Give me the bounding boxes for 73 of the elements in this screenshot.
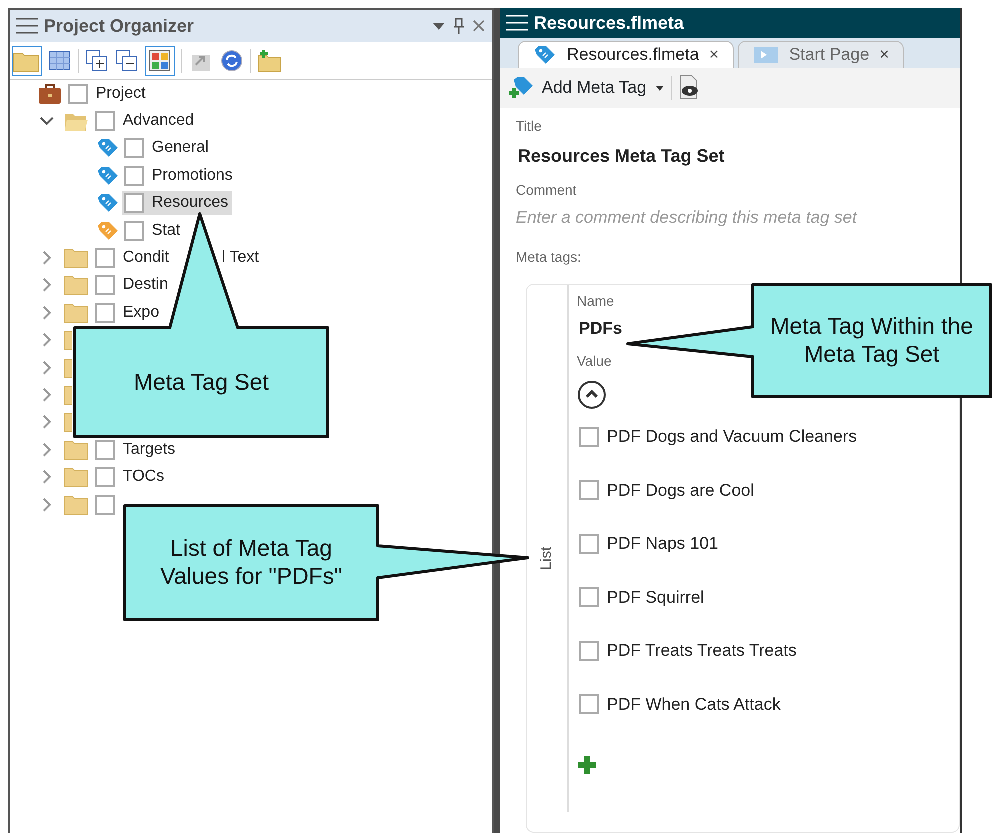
tab-label: Start Page [789, 44, 870, 66]
checkbox[interactable] [579, 534, 599, 554]
checkbox[interactable] [579, 480, 599, 500]
callout-text: Meta Tag Within the Meta Tag Set [770, 313, 974, 368]
new-folder-icon[interactable] [257, 48, 283, 72]
checkbox[interactable] [68, 84, 88, 104]
checkbox[interactable] [95, 248, 115, 268]
tag-icon [533, 44, 557, 66]
tree-item-label[interactable]: Targets [123, 438, 176, 462]
checkbox[interactable] [95, 302, 115, 323]
checkbox[interactable] [579, 426, 599, 447]
tree-item-label[interactable]: l Text [222, 246, 260, 270]
callout-text: List of Meta Tag Values for "PDFs" [159, 535, 344, 590]
briefcase-icon [38, 82, 62, 106]
dropdown-icon[interactable] [432, 21, 446, 31]
value-label: PDF Treats Treats Treats [607, 640, 797, 662]
value-label: PDF Dogs and Vacuum Cleaners [607, 426, 858, 448]
field-label: Value [577, 352, 612, 371]
checkbox[interactable] [124, 220, 144, 241]
checkbox[interactable] [95, 111, 115, 132]
start-page-icon [753, 44, 780, 66]
checkbox[interactable] [124, 138, 144, 158]
field-label: Name [577, 292, 614, 310]
expand-all-icon[interactable] [85, 48, 109, 72]
tab-label: Resources.flmeta [567, 44, 700, 66]
tree-item-label[interactable]: Condit [123, 246, 170, 270]
checkbox[interactable] [95, 440, 115, 460]
grid-icon[interactable] [48, 48, 72, 72]
preview-icon[interactable] [678, 75, 700, 101]
tab-close-button[interactable]: × [709, 42, 720, 68]
callout-text: Meta Tag Set [132, 368, 270, 396]
sync-icon[interactable] [220, 48, 244, 72]
add-tag-icon [508, 76, 534, 100]
editor-title: Resources.flmeta [534, 12, 684, 34]
meta-tag-name: PDFs [579, 318, 622, 340]
tree-item-label[interactable]: Stat [152, 218, 180, 243]
field-label: Title [516, 117, 542, 136]
checkbox[interactable] [579, 694, 599, 714]
checkbox[interactable] [124, 166, 144, 186]
tab-close-button[interactable]: × [880, 42, 890, 68]
title-value: Resources Meta Tag Set [518, 145, 726, 168]
tree-item-label[interactable]: TOCs [123, 465, 164, 490]
tree-item-label[interactable]: Promotions [152, 164, 233, 188]
caret-icon [654, 84, 665, 92]
tree-item-label[interactable]: Project [96, 82, 146, 106]
panel-title: Project Organizer [44, 14, 196, 38]
value-label: PDF Dogs are Cool [607, 480, 754, 502]
tree-item-label[interactable]: Destin [123, 273, 168, 298]
checkbox[interactable] [95, 494, 115, 515]
folder-icon[interactable] [12, 46, 42, 76]
checkbox[interactable] [95, 467, 115, 488]
tab[interactable]: Start Page × [738, 41, 904, 68]
checkbox[interactable] [124, 193, 144, 214]
value-label: PDF Squirrel [607, 586, 704, 608]
collapse-all-icon[interactable] [115, 48, 139, 72]
menu-icon[interactable] [16, 17, 38, 35]
tab[interactable]: Resources.flmeta × [518, 41, 734, 68]
tree-item-label[interactable]: Advanced [123, 109, 194, 134]
checkbox[interactable] [95, 275, 115, 296]
tree-item-label[interactable]: Expo [123, 300, 160, 325]
tree-item-label[interactable]: General [152, 136, 209, 160]
pin-icon[interactable] [452, 18, 466, 34]
value-label: PDF When Cats Attack [607, 694, 781, 716]
value-label: PDF Naps 101 [607, 533, 718, 555]
checkbox[interactable] [579, 640, 599, 661]
list-label: List [536, 546, 556, 570]
field-label: Comment [516, 181, 577, 200]
field-label: Meta tags: [516, 248, 582, 267]
add-icon[interactable] [577, 755, 597, 775]
tiles-icon[interactable] [145, 46, 175, 76]
close-icon[interactable] [472, 19, 486, 33]
collapse-icon[interactable] [577, 380, 607, 410]
checkbox[interactable] [579, 587, 599, 608]
